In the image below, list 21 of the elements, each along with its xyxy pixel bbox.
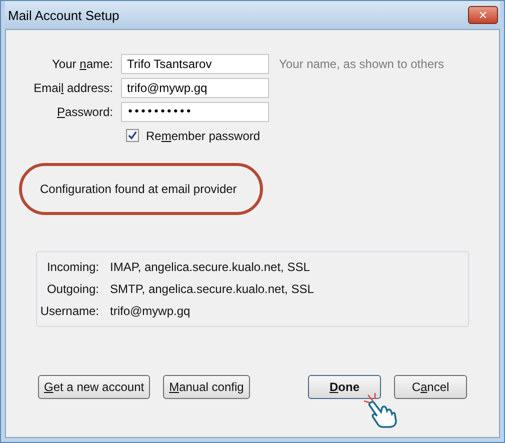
dialog-button[interactable]: Cancel	[394, 375, 467, 399]
status-message: Configuration found at email provider	[40, 182, 237, 196]
password-field[interactable]: ••••••••••	[121, 102, 269, 122]
window-title: Mail Account Setup	[8, 8, 120, 22]
dialog-button[interactable]: Manual config	[163, 375, 250, 399]
setting-value: trifo@mywp.gq	[110, 304, 190, 318]
checkbox-label[interactable]: Remember password	[146, 128, 260, 142]
input-field[interactable]: trifo@mywp.gq	[121, 78, 269, 98]
dialog-button[interactable]: Get a new account	[38, 375, 150, 399]
field-hint: Your name, as shown to others	[279, 56, 444, 70]
field-label: Password:	[56, 104, 113, 118]
field-label: Your name:	[51, 56, 113, 70]
setting-value: SMTP, angelica.secure.kualo.net, SSL	[110, 282, 314, 296]
setting-label: Incoming:	[46, 260, 99, 274]
checkbox[interactable]	[126, 129, 139, 142]
setting-value: IMAP, angelica.secure.kualo.net, SSL	[110, 260, 310, 274]
field-label: Email address:	[32, 80, 113, 94]
setting-label: Username:	[39, 304, 99, 318]
dialog-button[interactable]: Done	[308, 375, 381, 399]
setting-label: Outgoing:	[46, 282, 99, 296]
input-field[interactable]: Trifo Tsantsarov	[121, 54, 269, 74]
